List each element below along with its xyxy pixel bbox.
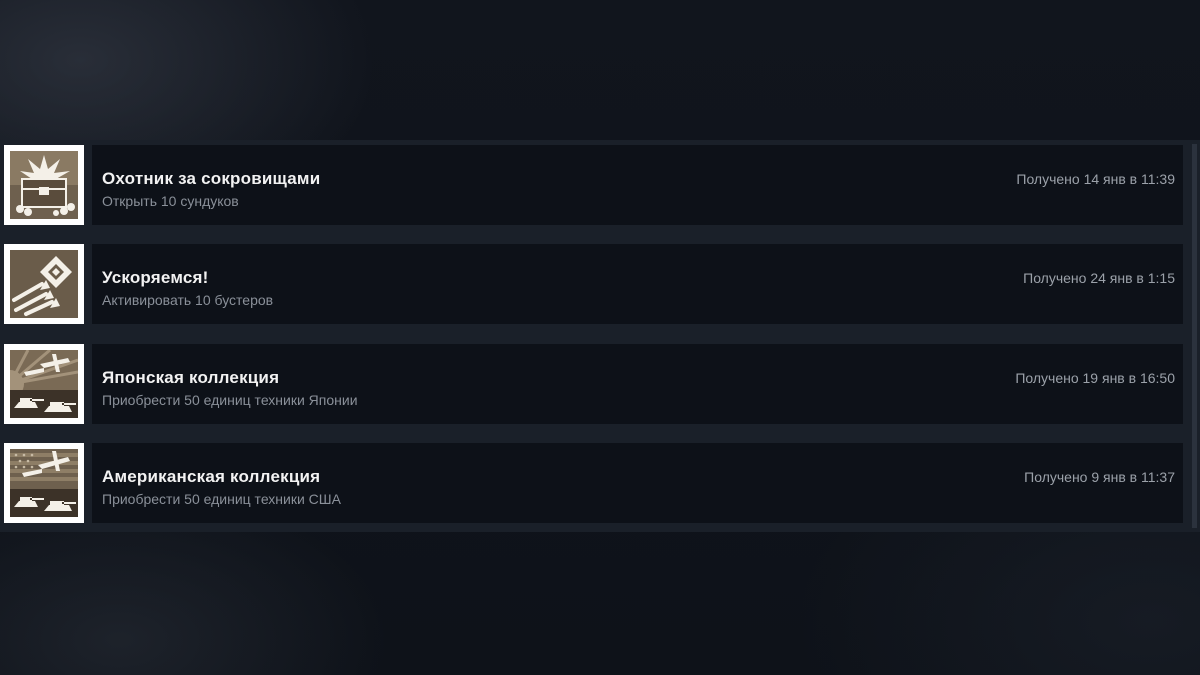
achievement-description: Приобрести 50 единиц техники США <box>102 491 341 507</box>
achievement-card: Американская коллекция Приобрести 50 еди… <box>92 443 1183 523</box>
achievements-list: Охотник за сокровищами Открыть 10 сундук… <box>0 140 1200 532</box>
achievement-title: Ускоряемся! <box>102 268 209 287</box>
achievement-card: Охотник за сокровищами Открыть 10 сундук… <box>92 145 1183 225</box>
achievement-unlock-date: Получено 24 янв в 1:15 <box>1023 270 1175 286</box>
achievement-unlock-date: Получено 14 янв в 11:39 <box>1016 171 1175 187</box>
achievement-row[interactable]: Японская коллекция Приобрести 50 единиц … <box>0 340 1190 426</box>
achievement-description: Приобрести 50 единиц техники Японии <box>102 392 358 408</box>
scrollbar[interactable] <box>1190 140 1200 532</box>
achievement-title: Американская коллекция <box>102 467 321 486</box>
achievement-description: Открыть 10 сундуков <box>102 193 239 209</box>
scrollbar-thumb[interactable] <box>1192 144 1197 528</box>
usa-collection-icon <box>4 443 84 523</box>
booster-arrows-icon <box>4 244 84 324</box>
achievement-row[interactable]: Американская коллекция Приобрести 50 еди… <box>0 439 1190 525</box>
achievement-unlock-date: Получено 9 янв в 11:37 <box>1024 469 1175 485</box>
achievement-row[interactable]: Ускоряемся! Активировать 10 бустеров Пол… <box>0 240 1190 326</box>
achievement-card: Японская коллекция Приобрести 50 единиц … <box>92 344 1183 424</box>
treasure-chest-icon <box>4 145 84 225</box>
achievement-row[interactable]: Охотник за сокровищами Открыть 10 сундук… <box>0 141 1190 227</box>
achievement-title: Японская коллекция <box>102 368 280 387</box>
achievement-card: Ускоряемся! Активировать 10 бустеров Пол… <box>92 244 1183 324</box>
japan-collection-icon <box>4 344 84 424</box>
achievement-title: Охотник за сокровищами <box>102 169 321 188</box>
achievement-unlock-date: Получено 19 янв в 16:50 <box>1015 370 1175 386</box>
achievement-description: Активировать 10 бустеров <box>102 292 274 308</box>
